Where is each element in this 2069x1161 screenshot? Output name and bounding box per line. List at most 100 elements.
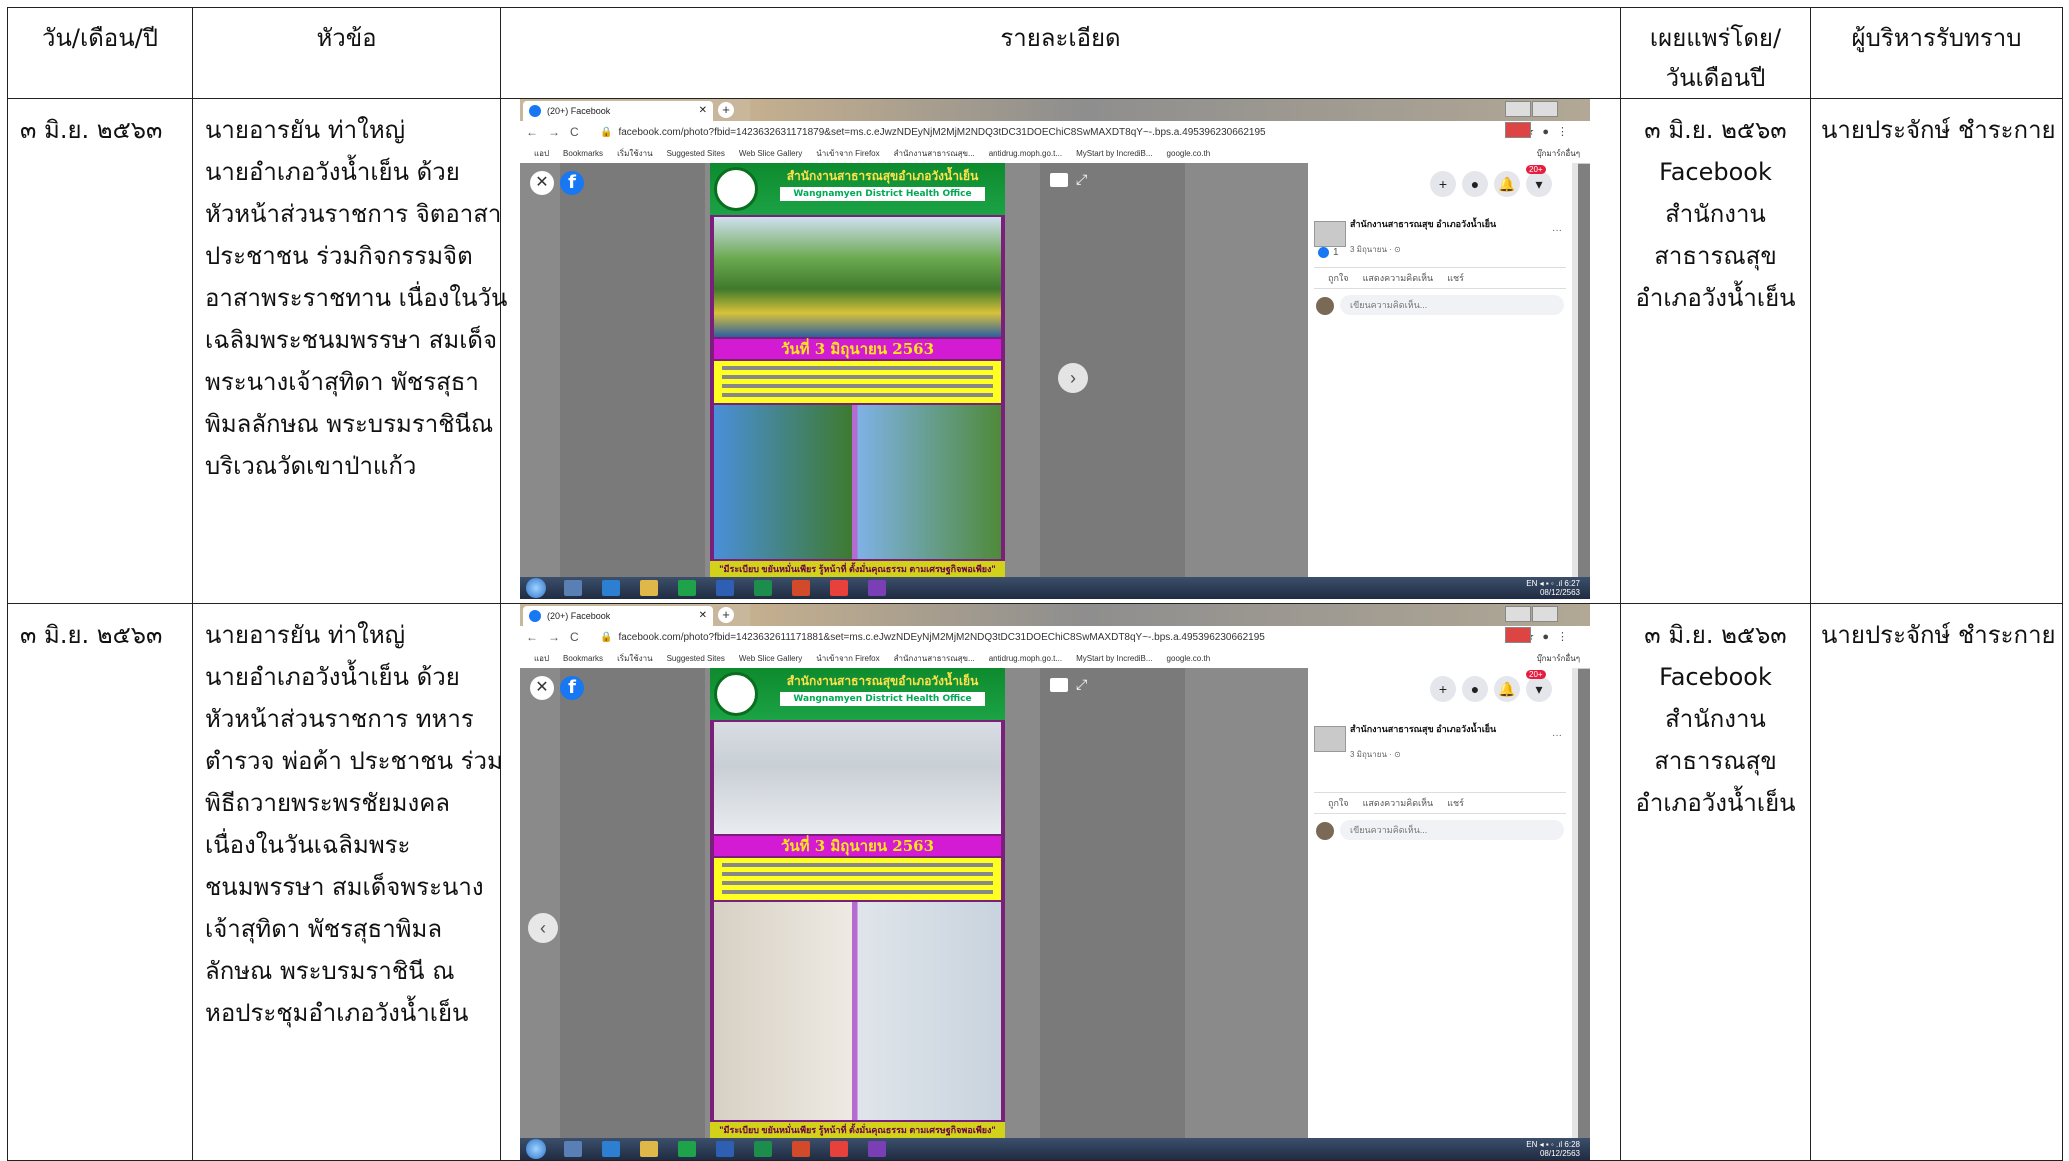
comment-button[interactable]: แสดงความคิดเห็น (1363, 798, 1434, 808)
ie-icon[interactable] (602, 1141, 620, 1157)
maximize-button[interactable] (1532, 606, 1558, 622)
close-window-button[interactable] (1505, 627, 1531, 643)
explorer-icon[interactable] (640, 1141, 658, 1157)
expand-icon[interactable]: ⤢ (1076, 171, 1087, 188)
bookmark-item[interactable]: Bookmarks (563, 149, 603, 158)
scrollbar[interactable] (1572, 668, 1578, 1138)
bookmark-item[interactable]: Web Slice Gallery (739, 654, 802, 663)
bookmark-item[interactable]: MyStart by IncrediB... (1076, 654, 1152, 663)
page-name[interactable]: สำนักงานสาธารณสุข อำเภอวังน้ำเย็น (1350, 219, 1496, 230)
like-button[interactable]: ถูกใจ (1328, 273, 1349, 283)
language-indicator[interactable]: EN (1526, 579, 1537, 588)
new-tab-button[interactable]: + (718, 102, 734, 118)
bookmark-item[interactable]: สำนักงานสาธารณสุข... (894, 149, 975, 158)
next-photo-button[interactable]: › (1058, 363, 1088, 393)
account-menu-icon[interactable]: ▾ (1526, 171, 1552, 197)
post-date[interactable]: 3 มิถุนายน · ⊙ (1350, 243, 1401, 256)
page-avatar[interactable] (1314, 726, 1346, 752)
word-icon[interactable] (716, 1141, 734, 1157)
start-button[interactable] (526, 578, 546, 598)
facebook-logo-icon[interactable]: f (560, 171, 584, 195)
close-viewer-button[interactable]: ✕ (530, 676, 554, 700)
language-indicator[interactable]: EN (1526, 1140, 1537, 1149)
messenger-icon[interactable]: ● (1462, 171, 1488, 197)
close-viewer-button[interactable]: ✕ (530, 171, 554, 195)
browser-tab-bar: (20+) Facebook ✕ + (520, 99, 1590, 138)
prev-photo-button[interactable]: ‹ (528, 913, 558, 943)
comment-input[interactable]: เขียนความคิดเห็น... (1340, 295, 1564, 315)
notifications-icon[interactable]: 🔔 (1494, 171, 1520, 197)
tray-icons[interactable]: ◂ ▪ ◦ .ıl (1537, 1140, 1564, 1149)
new-tab-button[interactable]: + (718, 607, 734, 623)
start-button[interactable] (526, 1139, 546, 1159)
add-icon[interactable]: + (1430, 676, 1456, 702)
browser-tab[interactable]: (20+) Facebook ✕ (523, 101, 713, 121)
bookmark-item[interactable]: google.co.th (1167, 654, 1211, 663)
comment-button[interactable]: แสดงความคิดเห็น (1363, 273, 1434, 283)
bookmark-item-other[interactable]: บุ๊กมาร์กอื่นๆ (1537, 145, 1580, 163)
add-icon[interactable]: + (1430, 171, 1456, 197)
minimize-button[interactable] (1505, 606, 1531, 622)
bookmark-item[interactable]: Suggested Sites (667, 654, 725, 663)
bookmark-item[interactable]: แอป (534, 654, 549, 663)
ie-icon[interactable] (602, 580, 620, 596)
bookmark-item-other[interactable]: บุ๊กมาร์กอื่นๆ (1537, 650, 1580, 668)
messenger-icon[interactable]: ● (1462, 676, 1488, 702)
bookmark-item[interactable]: Suggested Sites (667, 149, 725, 158)
folder-icon[interactable] (564, 580, 582, 596)
facebook-logo-icon[interactable]: f (560, 676, 584, 700)
page-name[interactable]: สำนักงานสาธารณสุข อำเภอวังน้ำเย็น (1350, 724, 1496, 735)
url-field[interactable]: 🔒 facebook.com/photo?fbid=142363261117188… (600, 629, 1390, 647)
tray-icons[interactable]: ◂ ▪ ◦ .ıl (1537, 579, 1564, 588)
excel-icon[interactable] (754, 580, 772, 596)
share-button[interactable]: แชร์ (1447, 273, 1464, 283)
post-date[interactable]: 3 มิถุนายน · ⊙ (1350, 748, 1401, 761)
bookmark-item[interactable]: เริ่มใช้งาน (617, 149, 653, 158)
app-icon[interactable] (868, 580, 886, 596)
bookmark-item[interactable]: google.co.th (1167, 149, 1211, 158)
tag-icon[interactable] (1050, 678, 1068, 692)
browser-tab[interactable]: (20+) Facebook ✕ (523, 606, 713, 626)
bookmark-item[interactable]: Bookmarks (563, 654, 603, 663)
more-options-icon[interactable]: ··· (1552, 730, 1562, 741)
minimize-button[interactable] (1505, 101, 1531, 117)
powerpoint-icon[interactable] (792, 1141, 810, 1157)
address-bar: ←→C 🔒 facebook.com/photo?fbid=142363263117… (520, 121, 1590, 146)
account-menu-icon[interactable]: ▾ (1526, 676, 1552, 702)
share-button[interactable]: แชร์ (1447, 798, 1464, 808)
chrome-icon[interactable] (830, 580, 848, 596)
comment-input[interactable]: เขียนความคิดเห็น... (1340, 820, 1564, 840)
bookmark-item[interactable]: antidrug.moph.go.t... (989, 654, 1062, 663)
bookmark-item[interactable]: MyStart by IncrediB... (1076, 149, 1152, 158)
tag-icon[interactable] (1050, 173, 1068, 187)
explorer-icon[interactable] (640, 580, 658, 596)
bookmark-item[interactable]: antidrug.moph.go.t... (989, 149, 1062, 158)
powerpoint-icon[interactable] (792, 580, 810, 596)
folder-icon[interactable] (564, 1141, 582, 1157)
close-window-button[interactable] (1505, 122, 1531, 138)
app-icon[interactable] (868, 1141, 886, 1157)
notifications-icon[interactable]: 🔔 (1494, 676, 1520, 702)
facebook-icon (529, 105, 541, 117)
page-avatar[interactable] (1314, 221, 1346, 247)
close-tab-icon[interactable]: ✕ (699, 606, 707, 626)
excel-icon[interactable] (754, 1141, 772, 1157)
bookmark-item[interactable]: สำนักงานสาธารณสุข... (894, 654, 975, 663)
scrollbar[interactable] (1572, 163, 1578, 577)
line-icon[interactable] (678, 580, 696, 596)
bookmark-item[interactable]: แอป (534, 149, 549, 158)
line-icon[interactable] (678, 1141, 696, 1157)
bookmark-item[interactable]: นำเข้าจาก Firefox (816, 149, 879, 158)
close-tab-icon[interactable]: ✕ (699, 101, 707, 121)
bookmark-item[interactable]: Web Slice Gallery (739, 149, 802, 158)
maximize-button[interactable] (1532, 101, 1558, 117)
bookmark-item[interactable]: เริ่มใช้งาน (617, 654, 653, 663)
more-options-icon[interactable]: ··· (1552, 225, 1562, 236)
url-field[interactable]: 🔒 facebook.com/photo?fbid=142363263117187… (600, 124, 1390, 142)
bookmark-item[interactable]: นำเข้าจาก Firefox (816, 654, 879, 663)
chrome-icon[interactable] (830, 1141, 848, 1157)
expand-icon[interactable]: ⤢ (1076, 676, 1087, 693)
like-button[interactable]: ถูกใจ (1328, 798, 1349, 808)
topic-line: พระนางเจ้าสุทิดา พัชรสุธา (205, 368, 479, 396)
word-icon[interactable] (716, 580, 734, 596)
